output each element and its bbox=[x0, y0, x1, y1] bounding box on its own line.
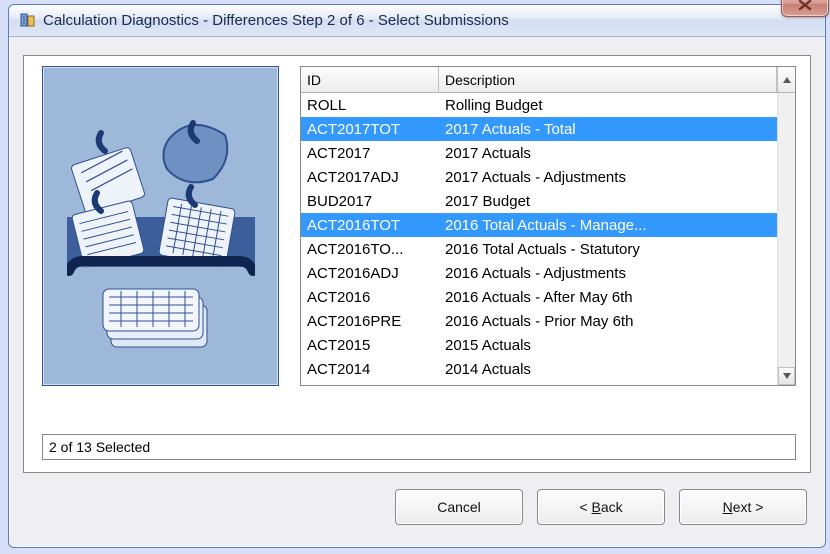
table-row[interactable]: ACT2016TO...2016 Total Actuals - Statuto… bbox=[301, 237, 777, 261]
list-body: ROLLRolling BudgetACT2017TOT2017 Actuals… bbox=[301, 93, 795, 385]
titlebar: Calculation Diagnostics - Differences St… bbox=[9, 5, 825, 37]
cell-id: ACT2017ADJ bbox=[301, 169, 439, 186]
cell-description: 2016 Total Actuals - Manage... bbox=[439, 217, 777, 234]
table-row[interactable]: ROLLRolling Budget bbox=[301, 93, 777, 117]
cell-id: ACT2017TOT bbox=[301, 121, 439, 138]
table-row[interactable]: ACT20142014 Actuals bbox=[301, 357, 777, 381]
wizard-buttons: Cancel < Back Next > bbox=[395, 489, 807, 529]
next-button[interactable]: Next > bbox=[679, 489, 807, 525]
cell-description: 2016 Actuals - Adjustments bbox=[439, 265, 777, 282]
back-button[interactable]: < Back bbox=[537, 489, 665, 525]
selection-status: 2 of 13 Selected bbox=[42, 434, 796, 460]
next-button-label: Next > bbox=[723, 499, 764, 515]
cell-id: ACT2016 bbox=[301, 289, 439, 306]
back-button-label: < Back bbox=[579, 499, 622, 515]
window-controls bbox=[781, 0, 829, 17]
cell-id: ACT2017 bbox=[301, 145, 439, 162]
table-row[interactable]: ACT2017ADJ2017 Actuals - Adjustments bbox=[301, 165, 777, 189]
table-row[interactable]: ACT2016ADJ2016 Actuals - Adjustments bbox=[301, 261, 777, 285]
documents-illustration-icon bbox=[67, 107, 255, 357]
cell-id: ROLL bbox=[301, 97, 439, 114]
dialog-window: Calculation Diagnostics - Differences St… bbox=[8, 4, 826, 548]
triangle-down-icon bbox=[782, 372, 792, 380]
cell-id: ACT2015 bbox=[301, 337, 439, 354]
wizard-content: ID Description ROLLRolling BudgetACT2017… bbox=[23, 55, 811, 473]
submissions-list[interactable]: ID Description ROLLRolling BudgetACT2017… bbox=[300, 66, 796, 386]
column-header-description-label: Description bbox=[445, 72, 515, 88]
table-row[interactable]: ACT20162016 Actuals - After May 6th bbox=[301, 285, 777, 309]
list-header: ID Description bbox=[301, 67, 795, 93]
table-row[interactable]: ACT20152015 Actuals bbox=[301, 333, 777, 357]
vertical-scrollbar[interactable] bbox=[777, 93, 795, 385]
table-row[interactable]: ACT2016TOT2016 Total Actuals - Manage... bbox=[301, 213, 777, 237]
column-header-id-label: ID bbox=[307, 72, 321, 88]
column-header-description[interactable]: Description bbox=[439, 67, 777, 92]
column-header-id[interactable]: ID bbox=[301, 67, 439, 92]
cell-description: 2015 Actuals bbox=[439, 337, 777, 354]
cell-description: 2017 Budget bbox=[439, 193, 777, 210]
cell-description: 2014 Actuals bbox=[439, 361, 777, 378]
table-row[interactable]: ACT2017TOT2017 Actuals - Total bbox=[301, 117, 777, 141]
cell-description: Rolling Budget bbox=[439, 97, 777, 114]
close-button[interactable] bbox=[781, 0, 829, 17]
selection-status-text: 2 of 13 Selected bbox=[49, 439, 150, 455]
table-row[interactable]: BUD20172017 Budget bbox=[301, 189, 777, 213]
app-icon bbox=[19, 12, 37, 30]
cell-id: ACT2016ADJ bbox=[301, 265, 439, 282]
table-row[interactable]: ACT2016PRE2016 Actuals - Prior May 6th bbox=[301, 309, 777, 333]
triangle-up-icon bbox=[782, 76, 792, 84]
scroll-down-button[interactable] bbox=[778, 367, 795, 385]
cell-description: 2017 Actuals - Adjustments bbox=[439, 169, 777, 186]
cancel-button-label: Cancel bbox=[437, 499, 481, 515]
cell-id: ACT2016TOT bbox=[301, 217, 439, 234]
cell-description: 2017 Actuals bbox=[439, 145, 777, 162]
cell-description: 2016 Actuals - Prior May 6th bbox=[439, 313, 777, 330]
cell-description: 2017 Actuals - Total bbox=[439, 121, 777, 138]
cell-id: ACT2014 bbox=[301, 361, 439, 378]
cell-id: ACT2016PRE bbox=[301, 313, 439, 330]
cell-id: BUD2017 bbox=[301, 193, 439, 210]
wizard-image-panel bbox=[42, 66, 279, 386]
table-row[interactable]: ACT20172017 Actuals bbox=[301, 141, 777, 165]
cell-description: 2016 Total Actuals - Statutory bbox=[439, 241, 777, 258]
cell-description: 2016 Actuals - After May 6th bbox=[439, 289, 777, 306]
scroll-up-button[interactable] bbox=[777, 67, 795, 92]
cell-id: ACT2016TO... bbox=[301, 241, 439, 258]
window-title: Calculation Diagnostics - Differences St… bbox=[43, 12, 509, 29]
cancel-button[interactable]: Cancel bbox=[395, 489, 523, 525]
close-icon bbox=[798, 0, 812, 11]
